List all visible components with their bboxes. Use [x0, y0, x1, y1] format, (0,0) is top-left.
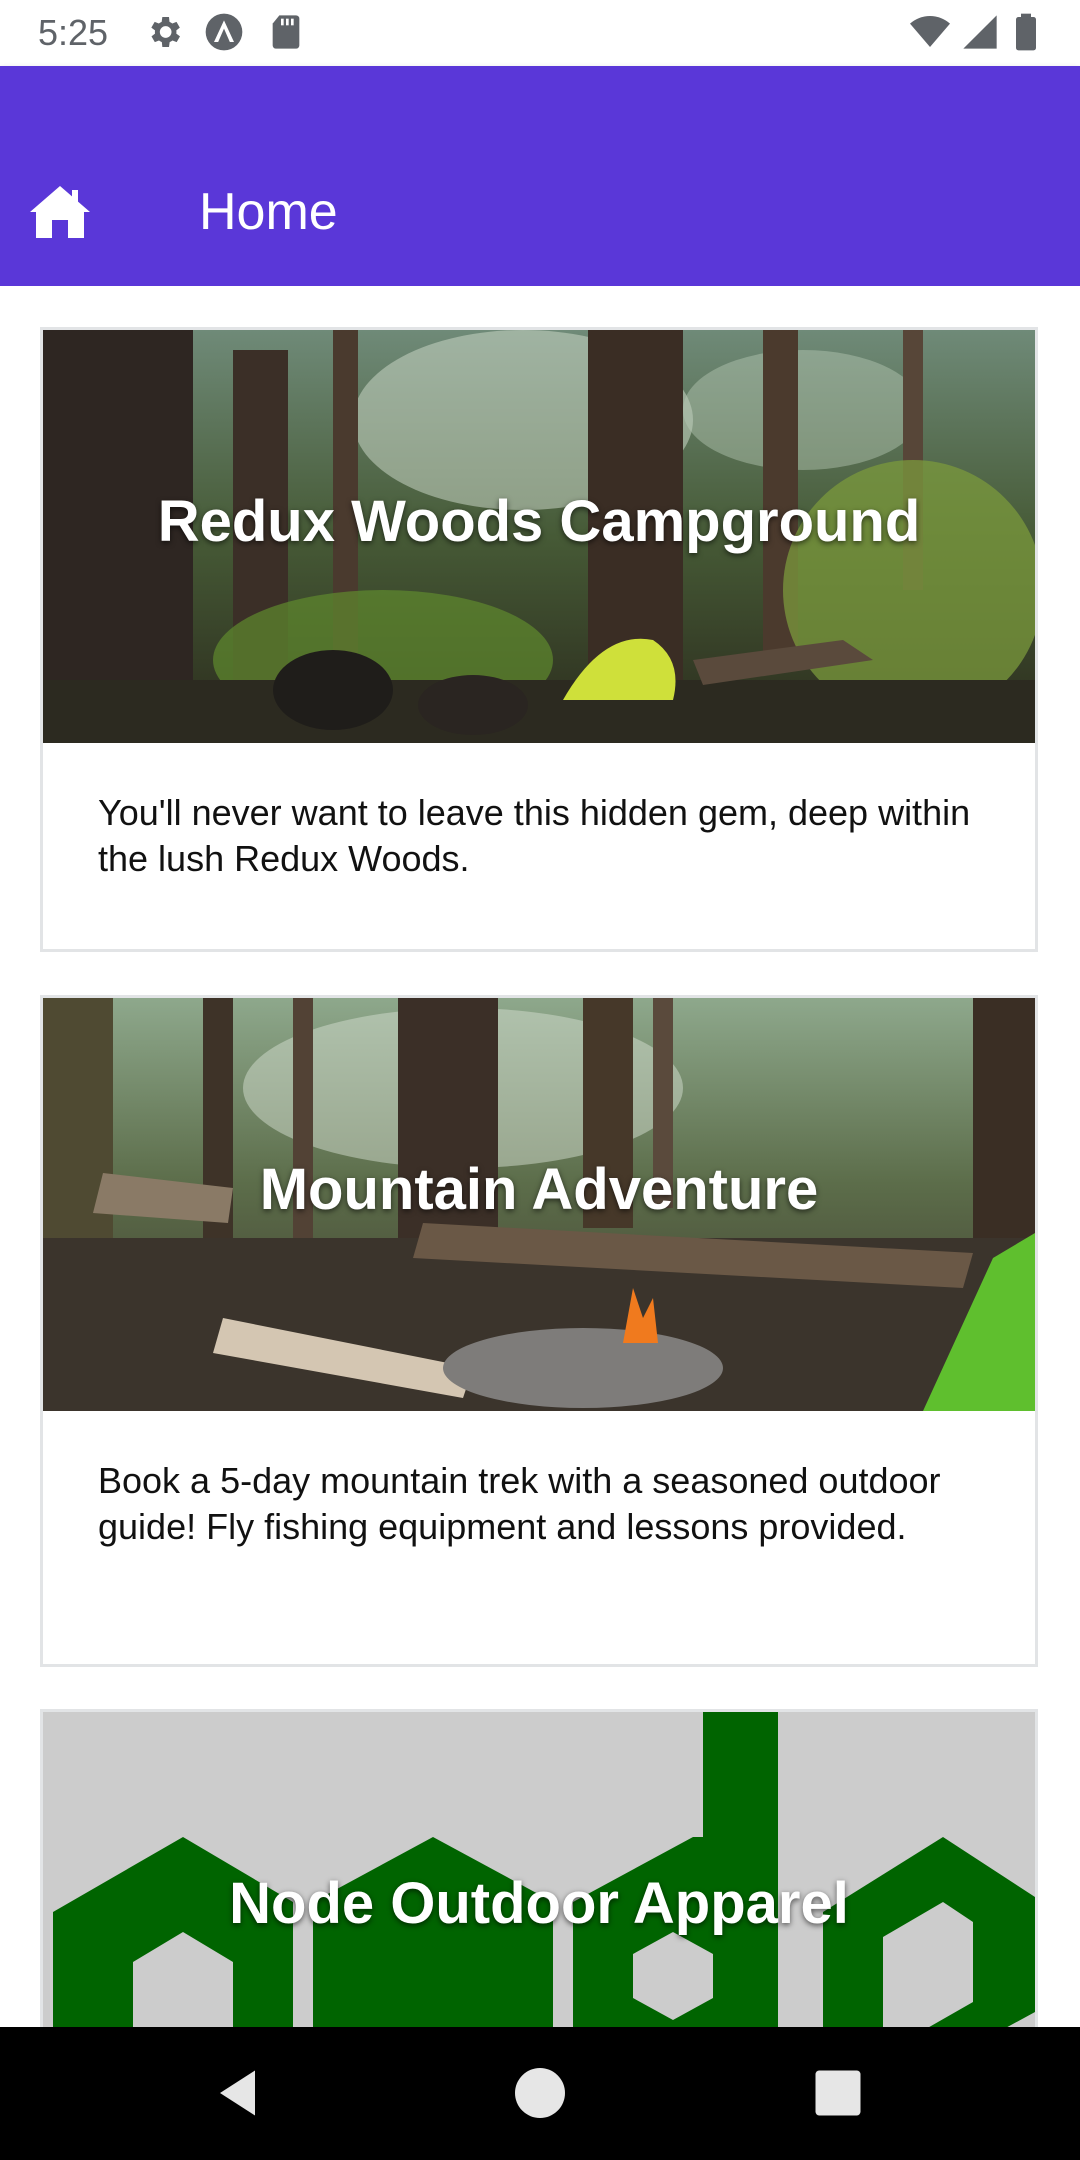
recents-icon[interactable]	[808, 2063, 868, 2123]
battery-icon	[1016, 13, 1036, 51]
page-title: Home	[199, 183, 338, 241]
sd-card-icon	[272, 15, 300, 49]
a-badge-icon	[205, 13, 243, 51]
wifi-icon	[910, 16, 950, 47]
card-title: Node Outdoor Apparel	[229, 1871, 849, 1936]
card-mountain-adventure[interactable]: Mountain Adventure Book a 5-day mountain…	[40, 995, 1038, 1667]
card-node-outdoor-apparel[interactable]: Node Outdoor Apparel	[40, 1709, 1038, 2027]
gear-icon	[151, 17, 180, 47]
back-icon[interactable]	[210, 2063, 270, 2123]
card-list[interactable]: Redux Woods Campground You'll never want…	[0, 286, 1080, 2027]
signal-icon	[963, 15, 997, 49]
system-nav-bar	[0, 2027, 1080, 2160]
status-bar: 5:25	[0, 0, 1080, 66]
card-title: Redux Woods Campground	[157, 489, 921, 554]
home-circle-icon[interactable]	[510, 2063, 570, 2123]
status-time: 5:25	[38, 12, 109, 53]
app-bar: Home	[0, 66, 1080, 286]
home-icon[interactable]	[28, 184, 92, 240]
card-title: Mountain Adventure	[259, 1157, 819, 1222]
card-description: You'll never want to leave this hidden g…	[98, 792, 971, 879]
card-redux-woods[interactable]: Redux Woods Campground You'll never want…	[40, 327, 1038, 952]
card-description: Book a 5-day mountain trek with a season…	[98, 1460, 941, 1547]
